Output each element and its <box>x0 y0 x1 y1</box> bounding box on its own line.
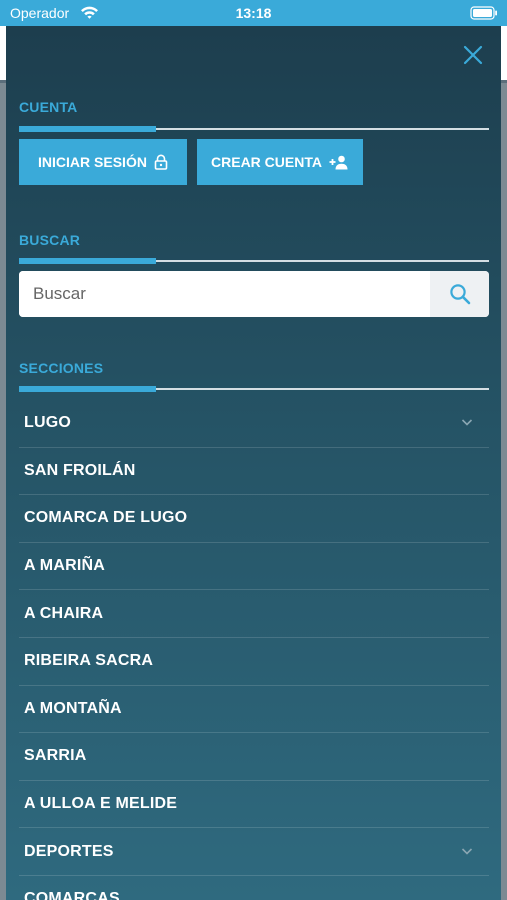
sections-section-accent <box>19 386 156 392</box>
chevron-down-icon[interactable] <box>461 847 473 856</box>
section-item-label: RIBEIRA SACRA <box>24 652 154 670</box>
account-section-title: CUENTA <box>19 99 78 115</box>
navigation-drawer: CUENTA INICIAR SESIÓN CREAR CUENTA BUSCA… <box>6 26 501 900</box>
search-box <box>19 271 489 317</box>
section-item-a-chaira[interactable]: A CHAIRA <box>19 590 489 638</box>
section-item-label: COMARCA DE LUGO <box>24 509 188 527</box>
lock-icon <box>154 154 168 170</box>
search-icon <box>449 284 470 305</box>
chevron-down-icon[interactable] <box>461 418 473 427</box>
section-item-label: LUGO <box>24 414 72 432</box>
section-item-lugo[interactable]: LUGO <box>19 400 489 448</box>
section-item-deportes[interactable]: DEPORTES <box>19 828 489 876</box>
status-time: 13:18 <box>235 5 272 21</box>
sections-section-divider <box>19 386 489 392</box>
section-item-label: A ULLOA E MELIDE <box>24 795 178 813</box>
section-item-ribeira-sacra[interactable]: RIBEIRA SACRA <box>19 638 489 686</box>
account-section-divider <box>19 126 489 132</box>
section-item-a-marina[interactable]: A MARIÑA <box>19 543 489 591</box>
section-item-san-froilan[interactable]: SAN FROILÁN <box>19 448 489 496</box>
section-item-label: A CHAIRA <box>24 604 104 622</box>
account-section-accent <box>19 126 156 132</box>
login-button-label: INICIAR SESIÓN <box>38 154 147 170</box>
close-icon[interactable] <box>462 44 484 66</box>
section-item-label: A MARIÑA <box>24 557 105 575</box>
status-bar: Operador 13:18 <box>0 0 507 26</box>
section-item-label: COMARCAS <box>24 890 120 900</box>
section-item-label: DEPORTES <box>24 842 114 860</box>
section-item-a-ulloa-e-melide[interactable]: A ULLOA E MELIDE <box>19 781 489 829</box>
sections-list: LUGO SAN FROILÁN COMARCA DE LUGO A MARIÑ… <box>19 400 489 900</box>
add-user-icon <box>329 155 348 169</box>
section-item-a-montana[interactable]: A MONTAÑA <box>19 686 489 734</box>
search-button[interactable] <box>430 271 489 317</box>
background-divider-right <box>501 80 507 83</box>
section-item-label: SARRIA <box>24 747 87 765</box>
search-section-accent <box>19 258 156 264</box>
section-item-sarria[interactable]: SARRIA <box>19 733 489 781</box>
battery-icon <box>470 6 497 20</box>
section-item-label: A MONTAÑA <box>24 699 122 717</box>
section-item-comarcas[interactable]: COMARCAS <box>19 876 489 900</box>
sections-section-title: SECCIONES <box>19 360 104 376</box>
search-input[interactable] <box>19 271 430 317</box>
register-button[interactable]: CREAR CUENTA <box>197 139 363 185</box>
search-section-title: BUSCAR <box>19 232 81 248</box>
background-page-right <box>501 26 507 81</box>
login-button[interactable]: INICIAR SESIÓN <box>19 139 187 185</box>
section-item-label: SAN FROILÁN <box>24 461 136 479</box>
register-button-label: CREAR CUENTA <box>211 154 322 170</box>
search-section-divider <box>19 258 489 264</box>
section-item-comarca-de-lugo[interactable]: COMARCA DE LUGO <box>19 495 489 543</box>
